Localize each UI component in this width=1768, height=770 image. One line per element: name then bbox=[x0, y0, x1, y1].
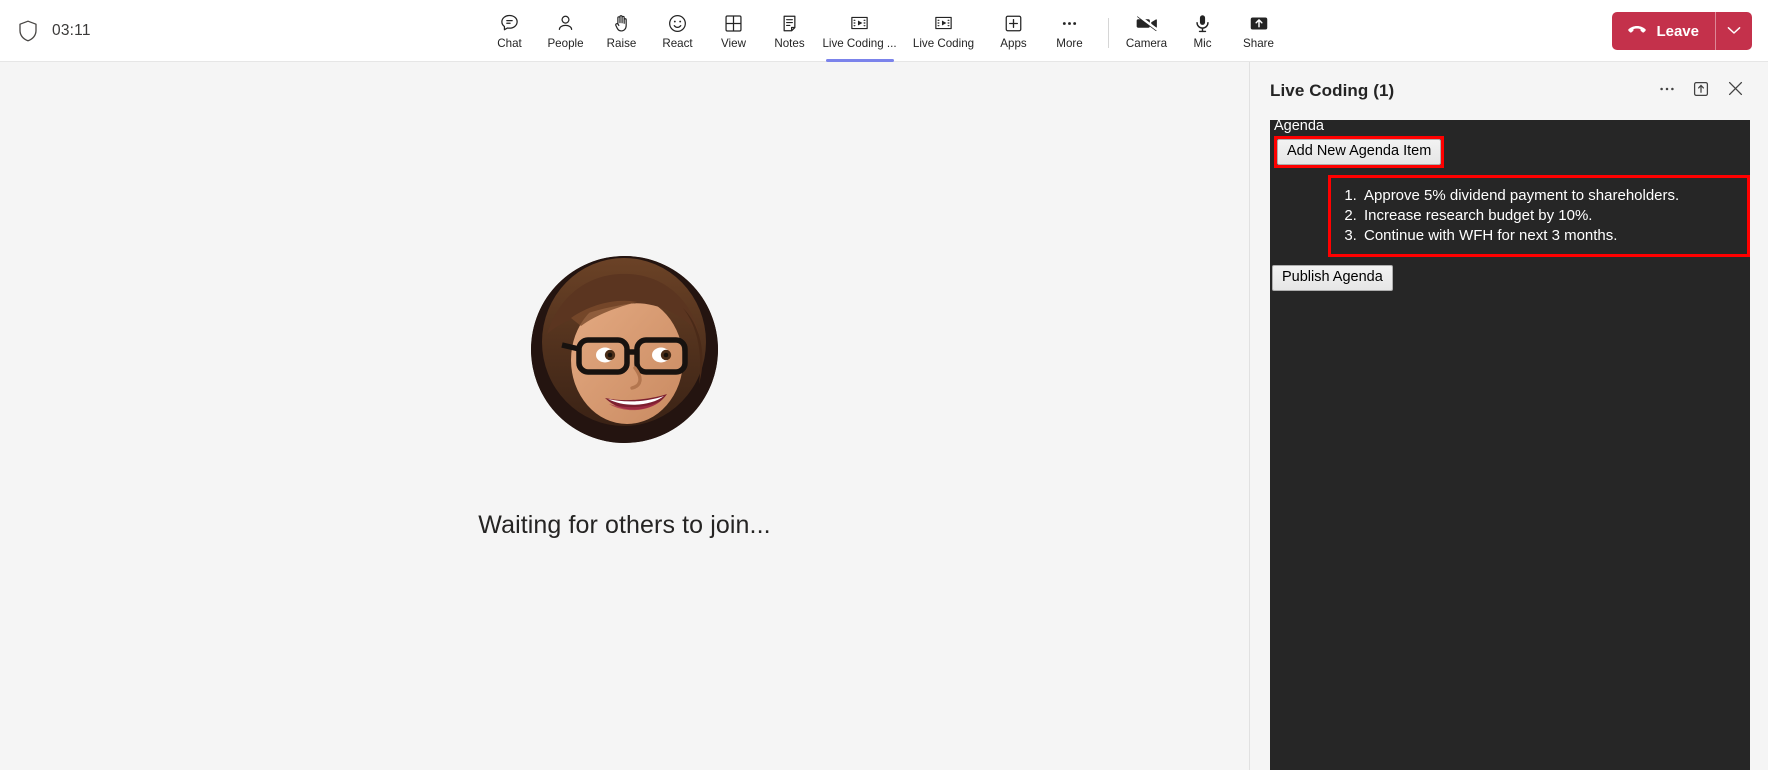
agenda-list-highlight: Approve 5% dividend payment to sharehold… bbox=[1328, 175, 1750, 257]
toolbar-label: Live Coding bbox=[912, 37, 975, 50]
list-item: Continue with WFH for next 3 months. bbox=[1361, 226, 1741, 246]
agenda-list: Approve 5% dividend payment to sharehold… bbox=[1331, 186, 1741, 246]
toolbar-divider bbox=[1107, 18, 1109, 48]
toolbar-label: Live Coding ... bbox=[822, 37, 897, 50]
close-x-icon bbox=[1726, 79, 1745, 103]
hangup-icon bbox=[1627, 23, 1647, 40]
list-item: Increase research budget by 10%. bbox=[1361, 206, 1741, 226]
notes-icon bbox=[779, 12, 800, 34]
toolbar-label: People bbox=[547, 37, 584, 50]
side-panel-header: Live Coding (1) bbox=[1250, 62, 1768, 120]
toolbar-button-live-coding-active[interactable]: Live Coding ... bbox=[818, 0, 902, 62]
list-item: Approve 5% dividend payment to sharehold… bbox=[1361, 186, 1741, 206]
toolbar-button-apps[interactable]: Apps bbox=[986, 0, 1042, 62]
publish-agenda-button[interactable]: Publish Agenda bbox=[1272, 265, 1393, 291]
meeting-toolbar: 03:11 Chat People Raise React View Notes… bbox=[0, 0, 1768, 62]
toolbar-button-react[interactable]: React bbox=[650, 0, 706, 62]
toolbar-button-live-coding[interactable]: Live Coding bbox=[902, 0, 986, 62]
raise-hand-icon bbox=[611, 12, 632, 34]
live-coding-icon bbox=[849, 12, 870, 34]
chat-icon bbox=[499, 12, 520, 34]
toolbar-label: React bbox=[662, 37, 693, 50]
toolbar-label: Camera bbox=[1125, 37, 1168, 50]
waiting-message: Waiting for others to join... bbox=[478, 511, 771, 539]
more-ellipsis-icon bbox=[1059, 12, 1080, 34]
avatar-photo bbox=[530, 256, 718, 443]
toolbar-label: View bbox=[721, 37, 746, 50]
toolbar-label: Apps bbox=[1000, 37, 1027, 50]
toolbar-button-raise[interactable]: Raise bbox=[594, 0, 650, 62]
leave-button-label: Leave bbox=[1656, 22, 1699, 40]
side-panel: Live Coding (1) Agenda Add New Agenda It… bbox=[1250, 62, 1768, 770]
publish-agenda-row: Publish Agenda bbox=[1272, 265, 1750, 291]
toolbar-right-group: Leave bbox=[1598, 0, 1752, 62]
chevron-down-icon bbox=[1727, 22, 1741, 40]
toolbar-button-notes[interactable]: Notes bbox=[762, 0, 818, 62]
leave-button[interactable]: Leave bbox=[1612, 12, 1715, 50]
toolbar-button-view[interactable]: View bbox=[706, 0, 762, 62]
toolbar-button-people[interactable]: People bbox=[538, 0, 594, 62]
more-ellipsis-icon bbox=[1658, 80, 1676, 103]
share-screen-icon bbox=[1248, 12, 1270, 34]
toolbar-button-camera[interactable]: Camera bbox=[1119, 0, 1175, 62]
mic-icon bbox=[1192, 12, 1213, 34]
teams-meeting-window: 03:11 Chat People Raise React View Notes… bbox=[0, 0, 1768, 770]
toolbar-label: Chat bbox=[497, 37, 522, 50]
toolbar-button-share[interactable]: Share bbox=[1231, 0, 1287, 62]
people-icon bbox=[555, 12, 576, 34]
avatar bbox=[530, 256, 718, 443]
toolbar-label: Notes bbox=[774, 37, 805, 50]
react-smiley-icon bbox=[667, 12, 688, 34]
camera-off-icon bbox=[1135, 12, 1159, 34]
add-agenda-highlight: Add New Agenda Item bbox=[1274, 136, 1445, 168]
toolbar-button-mic[interactable]: Mic bbox=[1175, 0, 1231, 62]
call-timer: 03:11 bbox=[52, 22, 91, 39]
shield-icon bbox=[18, 20, 38, 42]
more-options-button[interactable] bbox=[1650, 74, 1684, 108]
agenda-heading: Agenda bbox=[1274, 120, 1324, 134]
toolbar-left-group: 03:11 bbox=[18, 0, 91, 62]
live-coding-app-frame: Agenda Add New Agenda Item Approve 5% di… bbox=[1270, 120, 1750, 770]
leave-options-button[interactable] bbox=[1716, 12, 1752, 50]
toolbar-center-group: Chat People Raise React View Notes Live … bbox=[0, 0, 1768, 62]
toolbar-label: Mic bbox=[1193, 37, 1212, 50]
add-agenda-row: Add New Agenda Item bbox=[1270, 136, 1750, 168]
toolbar-label: More bbox=[1056, 37, 1083, 50]
page-title: Live Coding (1) bbox=[1270, 81, 1395, 100]
toolbar-button-more[interactable]: More bbox=[1042, 0, 1098, 62]
toolbar-label: Share bbox=[1243, 37, 1274, 50]
toolbar-label: Raise bbox=[606, 37, 637, 50]
toolbar-button-chat[interactable]: Chat bbox=[482, 0, 538, 62]
view-grid-icon bbox=[723, 12, 744, 34]
apps-plus-icon bbox=[1003, 12, 1024, 34]
meeting-body: Waiting for others to join... Live Codin… bbox=[0, 62, 1768, 770]
pop-out-button[interactable] bbox=[1684, 74, 1718, 108]
meeting-stage: Waiting for others to join... bbox=[0, 62, 1250, 770]
add-new-agenda-item-button[interactable]: Add New Agenda Item bbox=[1277, 139, 1442, 165]
close-panel-button[interactable] bbox=[1718, 74, 1752, 108]
pop-out-icon bbox=[1692, 80, 1710, 103]
live-coding-icon bbox=[933, 12, 954, 34]
leave-button-group: Leave bbox=[1612, 12, 1752, 50]
